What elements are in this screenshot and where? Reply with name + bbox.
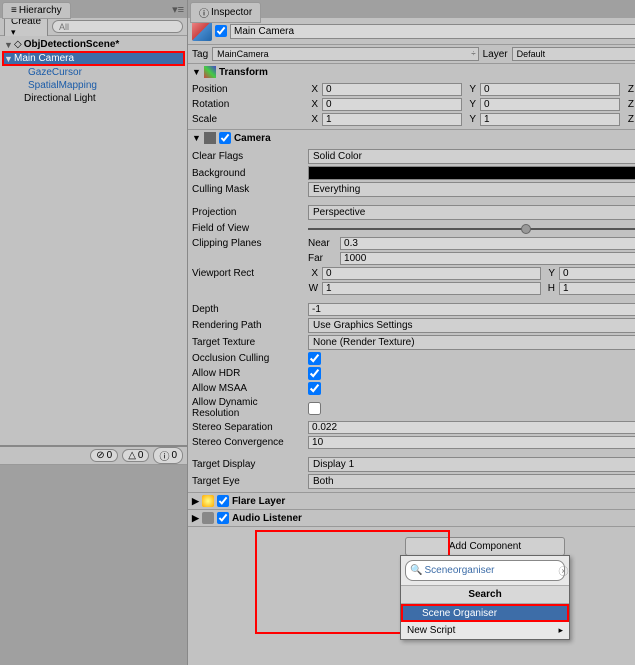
scale-x-field[interactable]	[322, 113, 462, 126]
target-display-dropdown[interactable]: Display 1	[308, 457, 635, 472]
component-title: Audio Listener	[232, 513, 302, 524]
active-checkbox[interactable]	[215, 25, 227, 37]
expand-arrow-icon[interactable]: ▼	[4, 40, 12, 50]
depth-field[interactable]	[308, 303, 635, 316]
rotation-x-field[interactable]	[322, 98, 462, 111]
rotation-y-field[interactable]	[480, 98, 620, 111]
far-clip-field[interactable]	[340, 252, 635, 265]
collapse-arrow-icon[interactable]: ▶	[192, 496, 199, 507]
dock-menu-icon[interactable]: ▾≡	[172, 3, 184, 16]
tag-label: Tag	[192, 49, 208, 60]
component-title: Camera	[234, 133, 271, 144]
allow-msaa-checkbox[interactable]	[308, 382, 321, 395]
target-texture-field[interactable]: None (Render Texture)	[308, 335, 635, 350]
hierarchy-item-label: Directional Light	[24, 93, 96, 104]
unity-scene-icon: ◇	[14, 39, 22, 50]
clear-search-icon[interactable]: ⓧ	[558, 563, 568, 578]
component-enable-checkbox[interactable]	[219, 132, 231, 144]
dynamic-resolution-checkbox[interactable]	[308, 402, 321, 415]
gameobject-icon[interactable]	[192, 21, 212, 41]
expand-arrow-icon[interactable]: ▼	[4, 54, 12, 64]
hierarchy-item-directional-light[interactable]: Directional Light	[2, 92, 185, 105]
near-clip-field[interactable]	[340, 237, 635, 250]
hierarchy-item-label: SpatialMapping	[28, 80, 97, 91]
collapse-arrow-icon[interactable]: ▼	[192, 67, 201, 77]
viewport-w-field[interactable]	[322, 282, 541, 295]
hierarchy-tab-label: Hierarchy	[19, 5, 62, 16]
warning-icon: △	[128, 450, 136, 461]
inspector-tab[interactable]: ⓘ Inspector	[190, 2, 261, 23]
rotation-label: Rotation	[192, 99, 304, 110]
add-component-button[interactable]: Add Component	[405, 537, 565, 556]
hierarchy-item-label: Main Camera	[14, 53, 74, 64]
hierarchy-search-input[interactable]	[52, 20, 183, 33]
camera-icon	[204, 132, 216, 144]
script-icon	[407, 607, 419, 619]
hierarchy-item-gazecursor[interactable]: GazeCursor	[2, 66, 185, 79]
scene-root-label: ObjDetectionScene*	[24, 39, 120, 50]
stereo-separation-field[interactable]	[308, 421, 635, 434]
clear-flags-dropdown[interactable]: Solid Color	[308, 149, 635, 164]
hierarchy-tab[interactable]: ≡ Hierarchy	[2, 2, 71, 19]
flare-icon	[202, 495, 214, 507]
layer-label: Layer	[483, 49, 508, 60]
target-eye-dropdown[interactable]: Both	[308, 474, 635, 489]
position-y-field[interactable]	[480, 83, 620, 96]
new-script-item[interactable]: New Script ▸	[401, 622, 569, 639]
hierarchy-icon: ≡	[11, 5, 17, 16]
hierarchy-item-label: GazeCursor	[28, 67, 82, 78]
object-name-field[interactable]	[230, 24, 635, 39]
rendering-path-dropdown[interactable]: Use Graphics Settings	[308, 318, 635, 333]
inspector-tab-label: Inspector	[211, 7, 252, 18]
error-count[interactable]: ⊘0	[90, 449, 118, 462]
add-component-popup: 🔍 ⓧ Search Scene Organiser New Script ▸	[400, 555, 570, 640]
search-result-scene-organiser[interactable]: Scene Organiser	[401, 604, 569, 622]
hierarchy-item-main-camera[interactable]: ▼ Main Camera	[2, 51, 185, 66]
scale-y-field[interactable]	[480, 113, 620, 126]
hierarchy-item-spatialmapping[interactable]: SpatialMapping	[2, 79, 185, 92]
occlusion-culling-checkbox[interactable]	[308, 352, 321, 365]
culling-mask-dropdown[interactable]: Everything	[308, 182, 635, 197]
inspector-icon: ⓘ	[199, 5, 209, 20]
scene-root[interactable]: ▼ ◇ ObjDetectionScene*	[2, 38, 185, 51]
transform-icon	[204, 66, 216, 78]
position-x-field[interactable]	[322, 83, 462, 96]
popup-section-title: Search	[401, 585, 569, 604]
allow-hdr-checkbox[interactable]	[308, 367, 321, 380]
stereo-convergence-field[interactable]	[308, 436, 635, 449]
layer-dropdown[interactable]: Default	[512, 47, 635, 61]
component-enable-checkbox[interactable]	[217, 495, 229, 507]
component-title: Flare Layer	[232, 496, 285, 507]
error-icon: ⊘	[96, 450, 104, 461]
viewport-y-field[interactable]	[559, 267, 635, 280]
background-color-field[interactable]	[308, 166, 635, 180]
fov-slider[interactable]	[308, 228, 635, 230]
component-enable-checkbox[interactable]	[217, 512, 229, 524]
chevron-right-icon: ▸	[558, 625, 563, 636]
viewport-x-field[interactable]	[322, 267, 541, 280]
info-icon: ⓘ	[159, 448, 169, 463]
scale-label: Scale	[192, 114, 304, 125]
viewport-h-field[interactable]	[559, 282, 635, 295]
collapse-arrow-icon[interactable]: ▶	[192, 513, 199, 524]
projection-dropdown[interactable]: Perspective	[308, 205, 635, 220]
position-label: Position	[192, 84, 304, 95]
message-count[interactable]: ⓘ0	[153, 447, 183, 464]
search-icon: 🔍	[410, 565, 422, 576]
component-search-input[interactable]	[424, 565, 556, 576]
component-title: Transform	[219, 67, 268, 78]
audio-icon	[202, 512, 214, 524]
tag-dropdown[interactable]: MainCamera	[212, 47, 478, 61]
collapse-arrow-icon[interactable]: ▼	[192, 133, 201, 143]
warning-count[interactable]: △0	[122, 449, 149, 462]
